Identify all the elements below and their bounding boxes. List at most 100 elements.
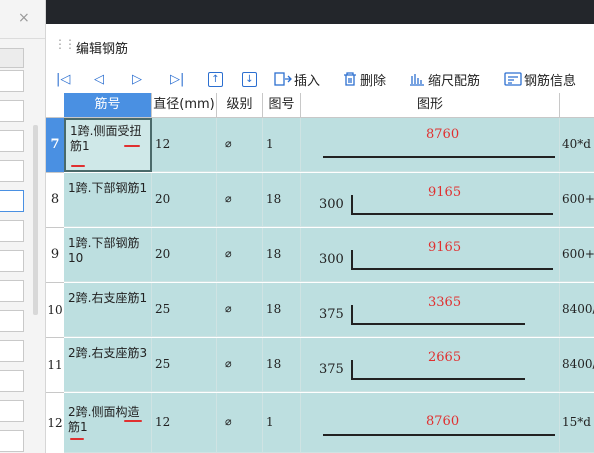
shape-length-value: 8760	[426, 127, 460, 142]
panel-input[interactable]	[0, 370, 24, 392]
toolbar: |◁ ◁ ▷ ▷| ↑ ↓ 插入 删除 缩尺配筋 钢筋信息	[46, 66, 594, 92]
figure-no-value: 18	[266, 192, 282, 206]
table-cell-formula[interactable]: 15*d	[560, 393, 594, 453]
formula-value: 8400/	[562, 357, 594, 371]
rebar-hook-shape	[351, 250, 353, 270]
info-card-icon	[504, 72, 522, 86]
panel-input[interactable]	[0, 220, 24, 242]
table-cell-diameter[interactable]: 12	[152, 393, 217, 453]
row-number[interactable]: 12	[46, 393, 64, 453]
diameter-value: 25	[155, 302, 171, 316]
figure-no-value: 18	[266, 302, 282, 316]
diameter-value: 20	[155, 247, 171, 261]
table-cell-figure-no[interactable]: 18	[263, 283, 301, 337]
panel-scrollbar[interactable]	[33, 125, 38, 315]
previous-record-button[interactable]: ◁	[94, 69, 104, 89]
column-header-shape[interactable]: 图形	[301, 93, 560, 118]
table-cell-shape[interactable]: 8760	[301, 393, 560, 453]
table-cell-grade[interactable]: ⌀	[217, 338, 263, 392]
table-cell-shape[interactable]: 375 2665	[301, 338, 560, 392]
left-side-panel: ×	[0, 0, 46, 453]
rebar-info-button[interactable]: 钢筋信息	[504, 69, 576, 89]
rebar-line-shape	[323, 434, 555, 436]
table-cell-figure-no[interactable]: 18	[263, 173, 301, 227]
panel-input[interactable]	[0, 250, 24, 272]
red-underline-mark	[124, 145, 140, 147]
panel-input[interactable]	[0, 310, 24, 332]
table-cell-formula[interactable]: 600+	[560, 228, 594, 282]
table-cell-grade[interactable]: ⌀	[217, 393, 263, 453]
column-header-name[interactable]: 筋号	[64, 93, 152, 118]
table-cell-diameter[interactable]: 25	[152, 283, 217, 337]
insert-button[interactable]: 插入	[274, 69, 320, 89]
next-record-button[interactable]: ▷	[132, 69, 142, 89]
table-cell-figure-no[interactable]: 18	[263, 338, 301, 392]
close-icon[interactable]: ×	[18, 10, 30, 26]
column-header-grade[interactable]: 级别	[217, 93, 263, 118]
table-cell-name[interactable]: 1跨.下部钢筋1	[64, 173, 152, 227]
table-cell-formula[interactable]: 8400/	[560, 338, 594, 392]
table-cell-diameter[interactable]: 20	[152, 173, 217, 227]
table-cell-name[interactable]: 2跨.右支座筋1	[64, 283, 152, 337]
last-record-button[interactable]: ▷|	[170, 69, 184, 89]
first-record-button[interactable]: |◁	[56, 69, 70, 89]
table-cell-diameter[interactable]: 20	[152, 228, 217, 282]
table-cell-grade[interactable]: ⌀	[217, 283, 263, 337]
diameter-value: 12	[155, 415, 171, 429]
table-cell-formula[interactable]: 40*d	[560, 118, 594, 172]
table-cell-formula[interactable]: 8400/	[560, 283, 594, 337]
move-down-icon: ↓	[242, 71, 257, 87]
panel-input[interactable]	[0, 100, 24, 122]
move-down-button[interactable]: ↓	[242, 69, 257, 89]
table-cell-name[interactable]: 2跨.侧面构造筋1	[64, 393, 152, 453]
table-cell-figure-no[interactable]: 18	[263, 228, 301, 282]
table-cell-figure-no[interactable]: 1	[263, 118, 301, 172]
panel-input[interactable]	[0, 70, 24, 92]
red-underline-mark	[70, 438, 84, 440]
grade-symbol: ⌀	[225, 415, 232, 428]
table-cell-grade[interactable]: ⌀	[217, 173, 263, 227]
diameter-value: 20	[155, 192, 171, 206]
table-cell-shape[interactable]: 300 9165	[301, 228, 560, 282]
table-cell-diameter[interactable]: 12	[152, 118, 217, 172]
figure-no-value: 1	[266, 137, 274, 151]
panel-input[interactable]	[0, 430, 24, 452]
column-header-figure-no[interactable]: 图号	[263, 93, 301, 118]
panel-input[interactable]	[0, 160, 24, 182]
table-cell-grade[interactable]: ⌀	[217, 118, 263, 172]
table-cell-figure-no[interactable]: 1	[263, 393, 301, 453]
row-number[interactable]: 8	[46, 173, 64, 228]
move-up-button[interactable]: ↑	[208, 69, 223, 89]
panel-input[interactable]	[0, 130, 24, 152]
table-cell-name[interactable]: 2跨.右支座筋3	[64, 338, 152, 392]
panel-input[interactable]	[0, 280, 24, 302]
row-number[interactable]: 10	[46, 283, 64, 338]
grade-symbol: ⌀	[225, 192, 232, 205]
formula-value: 600+	[562, 247, 594, 261]
panel-input[interactable]	[0, 400, 24, 422]
table-cell-formula[interactable]: 600+	[560, 173, 594, 227]
panel-input-focused[interactable]	[0, 190, 24, 212]
table-cell-name[interactable]: 1跨.下部钢筋10	[64, 228, 152, 282]
diameter-value: 25	[155, 357, 171, 371]
column-header-diameter[interactable]: 直径(mm)	[152, 93, 217, 118]
drag-handle-icon[interactable]: ⋮⋮	[54, 37, 76, 51]
scale-rebar-label: 缩尺配筋	[428, 73, 481, 89]
table-cell-shape[interactable]: 375 3365	[301, 283, 560, 337]
row-number-selected[interactable]: 7	[46, 118, 64, 173]
figure-no-value: 18	[266, 357, 282, 371]
scale-rebar-button[interactable]: 缩尺配筋	[408, 69, 480, 89]
table-cell-shape[interactable]: 8760	[301, 118, 560, 172]
row-number[interactable]: 9	[46, 228, 64, 283]
shape-hook-value: 300	[319, 252, 344, 267]
panel-input[interactable]	[0, 340, 24, 362]
table-cell-shape[interactable]: 300 9165	[301, 173, 560, 227]
rebar-line-shape	[351, 378, 525, 380]
table-cell-diameter[interactable]: 25	[152, 338, 217, 392]
row-number[interactable]: 11	[46, 338, 64, 393]
delete-button[interactable]: 删除	[342, 69, 386, 89]
move-up-icon: ↑	[208, 71, 223, 87]
table-cell-grade[interactable]: ⌀	[217, 228, 263, 282]
dialog-title: 编辑钢筋	[76, 42, 129, 57]
column-header-formula[interactable]	[560, 93, 594, 118]
